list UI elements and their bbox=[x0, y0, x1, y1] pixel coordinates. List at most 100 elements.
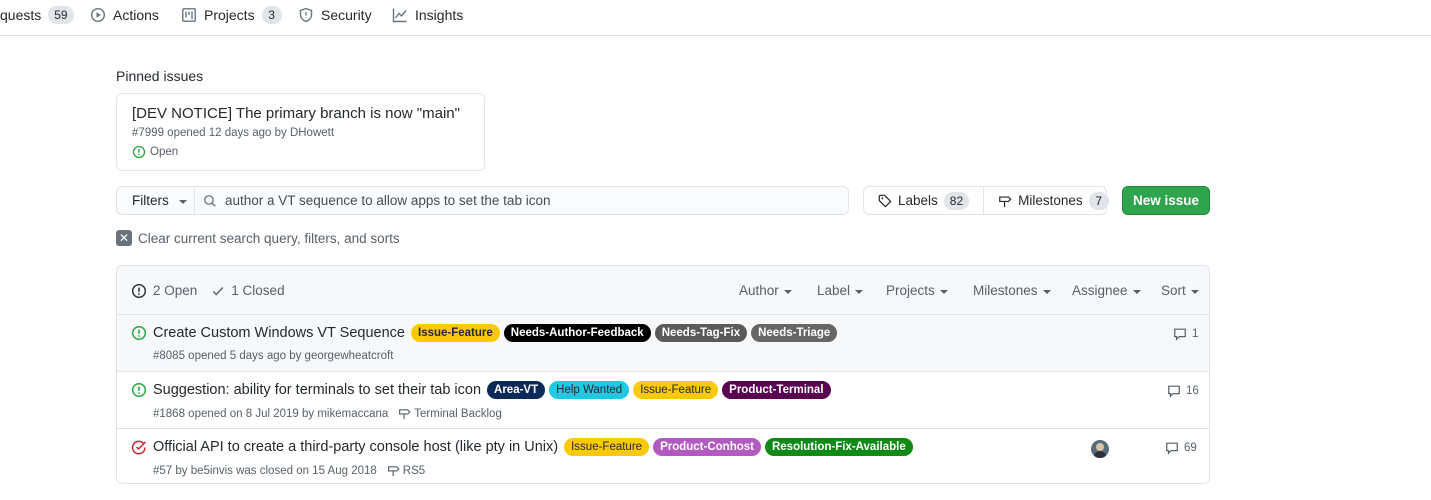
labels-milestones-group: Labels 82 Milestones 7 bbox=[863, 186, 1109, 215]
chevron-down-icon bbox=[1042, 289, 1051, 294]
close-icon: ✕ bbox=[116, 230, 132, 246]
issue-milestone-label: RS5 bbox=[402, 464, 426, 477]
issue-meta-text: #8085 opened 5 days ago by georgewheatcr… bbox=[153, 350, 394, 362]
milestone-icon bbox=[999, 195, 1012, 207]
issue-comments[interactable]: 69 bbox=[1165, 441, 1197, 455]
clear-search-link[interactable]: ✕ Clear current search query, filters, a… bbox=[116, 230, 400, 246]
issue-label[interactable]: Needs-Tag-Fix bbox=[654, 324, 748, 342]
nav-insights[interactable]: Insights bbox=[392, 0, 463, 30]
issues-list-header: 2 Open 1 Closed Author Label Projects Mi… bbox=[117, 266, 1209, 315]
chevron-down-icon bbox=[939, 289, 948, 294]
issue-label[interactable]: Issue-Feature bbox=[633, 381, 719, 399]
pinned-issues-heading: Pinned issues bbox=[116, 68, 204, 84]
issue-label[interactable]: Product-Terminal bbox=[722, 381, 831, 399]
issue-label[interactable]: Needs-Author-Feedback bbox=[503, 324, 651, 342]
projects-count: 3 bbox=[261, 6, 282, 24]
issue-meta: #57 by be5invis was closed on 15 Aug 201… bbox=[153, 464, 425, 477]
issue-label[interactable]: Product-Conhost bbox=[653, 438, 761, 456]
nav-security-label: Security bbox=[321, 7, 372, 23]
comment-count: 1 bbox=[1192, 328, 1199, 340]
issue-label[interactable]: Area-VT bbox=[487, 381, 546, 399]
closed-issues-label: 1 Closed bbox=[231, 283, 285, 298]
issue-row[interactable]: Suggestion: ability for terminals to set… bbox=[117, 372, 1209, 429]
pull-requests-count: 59 bbox=[48, 6, 74, 24]
issue-label[interactable]: Issue-Feature bbox=[564, 438, 650, 456]
pinned-issue-meta: #7999 opened 12 days ago by DHowett bbox=[132, 127, 335, 139]
nav-projects-label: Projects bbox=[204, 7, 255, 23]
tag-icon bbox=[878, 194, 892, 208]
nav-actions-label: Actions bbox=[113, 7, 159, 23]
search-icon bbox=[204, 194, 216, 207]
issue-label[interactable]: Help Wanted bbox=[549, 381, 630, 399]
search-box[interactable] bbox=[194, 186, 849, 215]
chevron-down-icon bbox=[783, 289, 792, 294]
assignee-filter[interactable]: Assignee bbox=[1072, 266, 1141, 315]
nav-pull-requests-label: quests bbox=[0, 7, 42, 23]
pinned-issue-card[interactable]: [DEV NOTICE] The primary branch is now "… bbox=[116, 93, 485, 171]
issue-row[interactable]: Official API to create a third-party con… bbox=[117, 429, 1209, 483]
issue-closed-icon bbox=[131, 440, 147, 455]
issue-label[interactable]: Needs-Triage bbox=[751, 324, 838, 342]
chevron-down-icon bbox=[1190, 289, 1199, 294]
milestones-button[interactable]: Milestones 7 bbox=[983, 187, 1123, 214]
milestone-icon bbox=[387, 466, 400, 477]
issue-open-icon bbox=[132, 145, 146, 159]
labels-button[interactable]: Labels 82 bbox=[864, 187, 983, 214]
nav-actions[interactable]: Actions bbox=[90, 0, 159, 30]
milestones-filter-label: Milestones bbox=[973, 283, 1038, 298]
chevron-down-icon bbox=[178, 199, 187, 204]
search-input[interactable] bbox=[225, 193, 825, 208]
label-filter[interactable]: Label bbox=[817, 266, 864, 315]
nav-security[interactable]: Security bbox=[298, 0, 372, 30]
avatar-face bbox=[1096, 443, 1104, 451]
nav-pull-requests[interactable]: quests 59 bbox=[0, 0, 74, 30]
shield-icon bbox=[299, 7, 313, 23]
issue-label[interactable]: Issue-Feature bbox=[411, 324, 500, 342]
label-filter-label: Label bbox=[817, 283, 851, 298]
issue-comments[interactable]: 1 bbox=[1173, 327, 1198, 341]
issue-meta-text: #57 by be5invis was closed on 15 Aug 201… bbox=[153, 464, 377, 477]
milestones-label: Milestones bbox=[1018, 193, 1083, 208]
issue-title[interactable]: Suggestion: ability for terminals to set… bbox=[153, 382, 481, 398]
projects-filter-label: Projects bbox=[886, 283, 935, 298]
pinned-issue-title[interactable]: [DEV NOTICE] The primary branch is now "… bbox=[132, 104, 469, 124]
issue-open-icon bbox=[131, 325, 147, 341]
chevron-down-icon bbox=[855, 289, 864, 294]
issue-title[interactable]: Official API to create a third-party con… bbox=[153, 439, 558, 455]
graph-icon bbox=[392, 8, 407, 23]
repo-nav: quests 59 Actions Projects 3 Security In… bbox=[0, 0, 1431, 36]
sort-filter[interactable]: Sort bbox=[1161, 266, 1199, 315]
issue-comments[interactable]: 16 bbox=[1167, 384, 1199, 398]
sort-filter-label: Sort bbox=[1161, 283, 1186, 298]
projects-filter[interactable]: Projects bbox=[886, 266, 948, 315]
issue-milestone[interactable]: RS5 bbox=[387, 464, 425, 477]
issue-title[interactable]: Create Custom Windows VT Sequence bbox=[153, 325, 405, 341]
issues-list: 2 Open 1 Closed Author Label Projects Mi… bbox=[116, 265, 1210, 484]
milestones-filter[interactable]: Milestones bbox=[973, 266, 1051, 315]
play-icon bbox=[90, 7, 106, 23]
issue-milestone-label: Terminal Backlog bbox=[414, 407, 502, 420]
filters-button[interactable]: Filters bbox=[116, 186, 195, 215]
issue-label[interactable]: Resolution-Fix-Available bbox=[764, 438, 913, 456]
check-icon bbox=[212, 286, 224, 296]
author-filter[interactable]: Author bbox=[739, 266, 792, 315]
open-issues-toggle[interactable]: 2 Open bbox=[131, 283, 197, 299]
issue-milestone[interactable]: Terminal Backlog bbox=[398, 407, 502, 420]
issue-row[interactable]: Create Custom Windows VT Sequence Issue-… bbox=[117, 315, 1209, 372]
labels-label: Labels bbox=[898, 193, 938, 208]
avatar-body bbox=[1094, 451, 1106, 458]
state-toggles: 2 Open 1 Closed bbox=[131, 266, 285, 315]
closed-issues-toggle[interactable]: 1 Closed bbox=[211, 283, 285, 298]
issue-title-line: Create Custom Windows VT Sequence Issue-… bbox=[153, 324, 838, 342]
new-issue-button[interactable]: New issue bbox=[1122, 186, 1210, 215]
comment-count: 16 bbox=[1186, 385, 1199, 397]
issue-meta: #1868 opened on 8 Jul 2019 by mikemaccan… bbox=[153, 407, 502, 420]
assignee-avatar[interactable] bbox=[1091, 440, 1109, 458]
nav-projects[interactable]: Projects 3 bbox=[181, 0, 282, 30]
issue-meta-text: #1868 opened on 8 Jul 2019 by mikemaccan… bbox=[153, 407, 389, 420]
pinned-issue-state: Open bbox=[132, 145, 469, 159]
issue-open-icon bbox=[131, 382, 147, 398]
clear-search-label: Clear current search query, filters, and… bbox=[138, 230, 400, 246]
issue-meta: #8085 opened 5 days ago by georgewheatcr… bbox=[153, 350, 393, 362]
issue-title-line: Official API to create a third-party con… bbox=[153, 438, 913, 456]
